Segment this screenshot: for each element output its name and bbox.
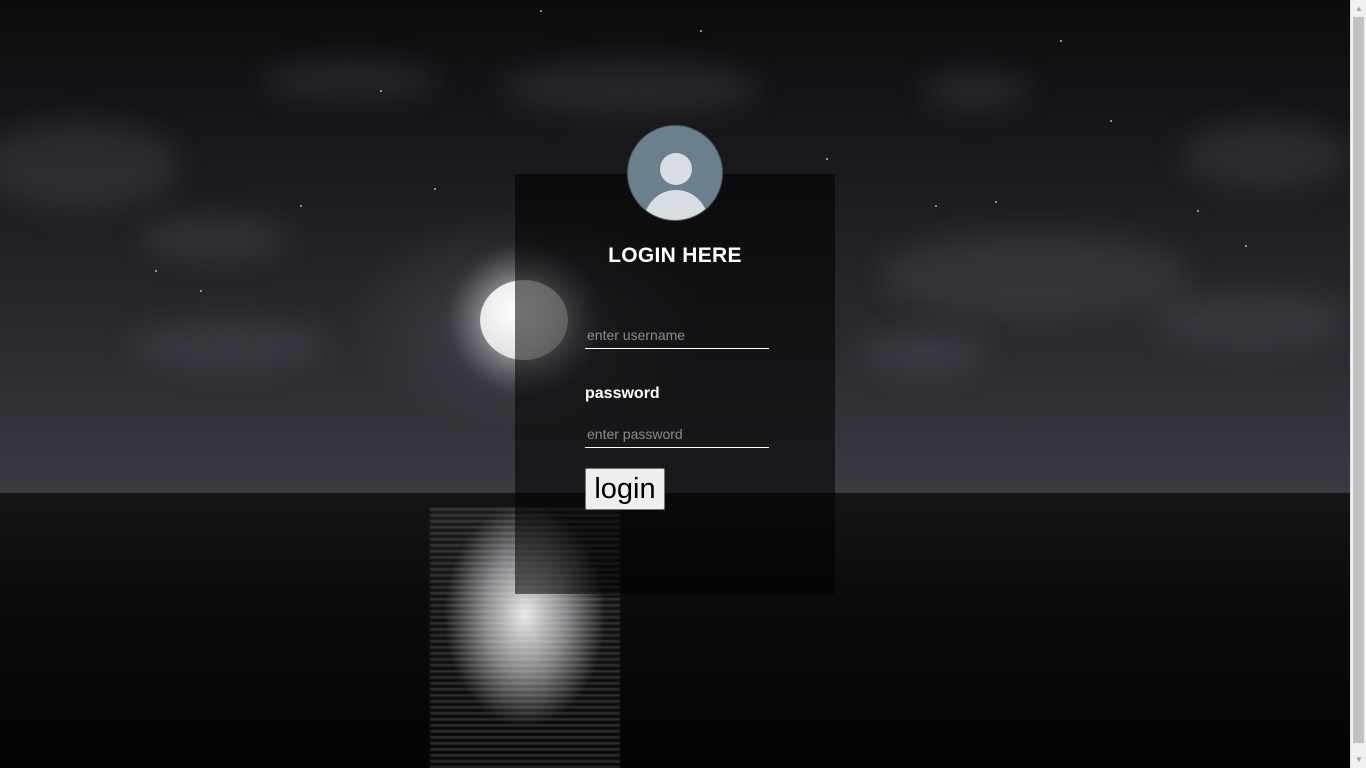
scrollbar-thumb[interactable] (1353, 17, 1364, 743)
star (826, 158, 828, 160)
star (1060, 40, 1062, 42)
avatar-head (660, 153, 692, 185)
star (995, 201, 997, 203)
cloud (500, 60, 760, 115)
username-input[interactable] (585, 322, 769, 349)
star (200, 290, 202, 292)
cloud (140, 215, 290, 260)
star (700, 30, 702, 32)
login-card (515, 174, 835, 594)
vertical-scrollbar[interactable]: ▲ ▼ (1350, 0, 1366, 768)
star (380, 90, 382, 92)
star (1197, 210, 1199, 212)
star (540, 10, 542, 12)
user-avatar-icon (627, 125, 723, 221)
star (1110, 120, 1112, 122)
cloud (1180, 120, 1350, 190)
cloud (920, 70, 1030, 110)
star (1245, 245, 1247, 247)
arrow-up-icon[interactable]: ▲ (1351, 0, 1366, 17)
cloud (880, 230, 1190, 320)
star (935, 205, 937, 207)
cloud (260, 60, 440, 100)
star (300, 205, 302, 207)
password-input[interactable] (585, 421, 769, 448)
login-title: LOGIN HERE (608, 244, 742, 267)
cloud (1150, 290, 1350, 350)
password-label: password (585, 385, 660, 402)
arrow-down-icon[interactable]: ▼ (1351, 751, 1366, 768)
cloud (130, 320, 330, 370)
cloud (860, 330, 990, 375)
avatar-body (644, 190, 708, 220)
login-button[interactable]: login (585, 468, 665, 510)
star (434, 188, 436, 190)
star (155, 270, 157, 272)
